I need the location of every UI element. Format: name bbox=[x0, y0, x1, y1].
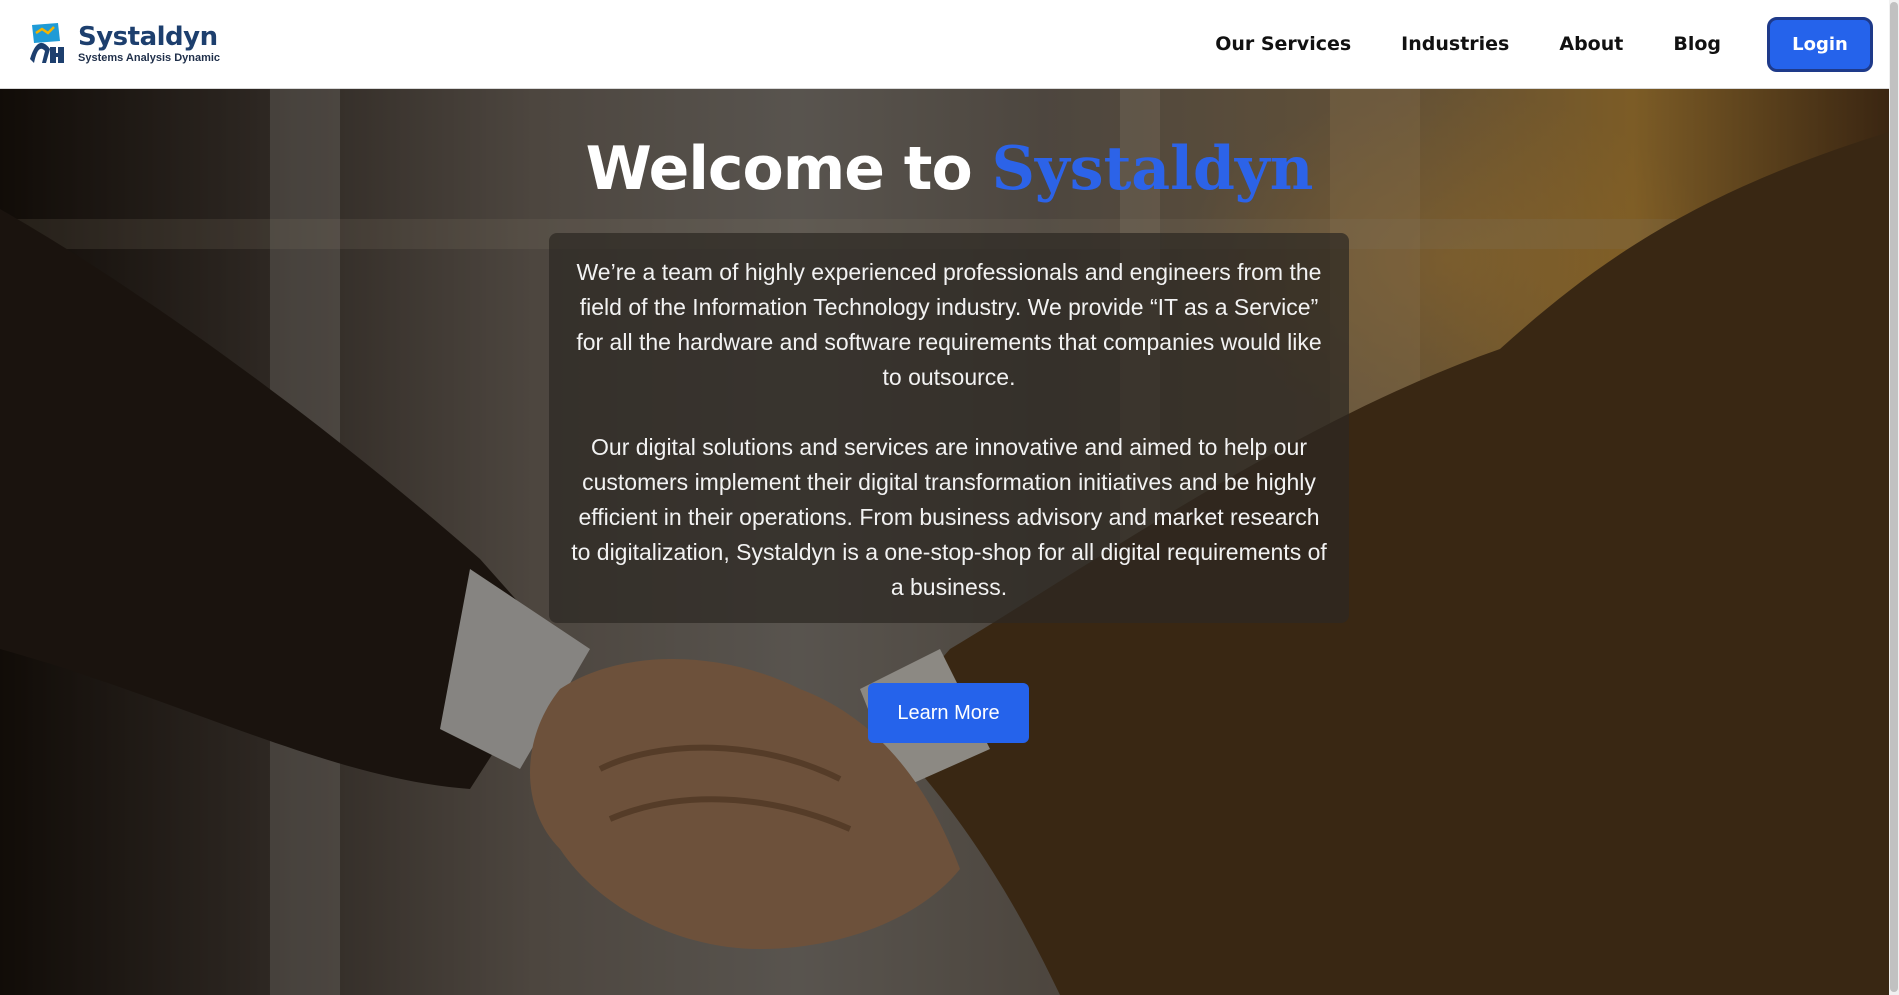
hero-paragraph-intro: We’re a team of highly experienced profe… bbox=[576, 259, 1322, 390]
systaldyn-logo-icon bbox=[30, 23, 64, 63]
learn-more-button[interactable]: Learn More bbox=[868, 683, 1029, 743]
hero-title-brand: Systaldyn bbox=[991, 134, 1314, 204]
brand-logo[interactable]: Systaldyn Systems Analysis Dynamic bbox=[24, 19, 220, 69]
brand-name: Systaldyn bbox=[78, 22, 218, 52]
nav-link-industries[interactable]: Industries bbox=[1401, 33, 1509, 55]
hero-description-box: We’re a team of highly experienced profe… bbox=[549, 233, 1349, 623]
nav-link-about[interactable]: About bbox=[1559, 33, 1623, 55]
top-navbar: Systaldyn Systems Analysis Dynamic Our S… bbox=[0, 0, 1899, 89]
page-scrollbar[interactable] bbox=[1889, 0, 1899, 995]
scrollbar-thumb[interactable] bbox=[1890, 2, 1898, 992]
main-nav: Our Services Industries About Blog Login bbox=[1165, 16, 1873, 72]
hero-paragraph-services: Our digital solutions and services are i… bbox=[571, 434, 1327, 600]
hero-title: Welcome to Systaldyn bbox=[0, 134, 1899, 204]
login-button[interactable]: Login bbox=[1767, 16, 1873, 72]
hero-section: Welcome to Systaldyn We’re a team of hig… bbox=[0, 89, 1899, 995]
nav-link-blog[interactable]: Blog bbox=[1673, 33, 1721, 55]
hero-title-prefix: Welcome to bbox=[585, 134, 973, 204]
nav-link-our-services[interactable]: Our Services bbox=[1215, 33, 1351, 55]
brand-tagline: Systems Analysis Dynamic bbox=[78, 52, 221, 64]
